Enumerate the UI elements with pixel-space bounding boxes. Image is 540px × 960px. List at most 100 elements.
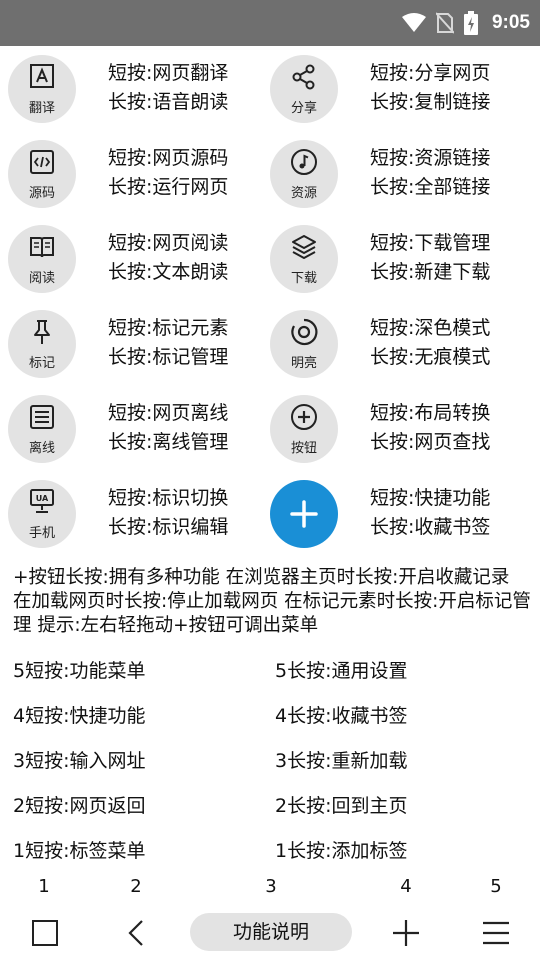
gesture-long-5: 5长按:通用设置: [275, 660, 408, 682]
long-press-text: 长按:标识编辑: [108, 516, 229, 538]
source-code-label: 源码: [28, 186, 55, 201]
short-press-text: 短按:快捷功能: [370, 487, 491, 509]
plus-button-note: +按钮长按:拥有多种功能 在浏览器主页时长按:开启收藏记录 在加载网页时长按:停…: [13, 567, 531, 636]
short-press-text: 短按:资源链接: [370, 147, 491, 169]
function-help-button[interactable]: 功能说明: [190, 913, 352, 951]
long-press-text: 长按:网页查找: [370, 431, 491, 453]
plus-circle-icon: [291, 404, 317, 430]
offline-page-icon: [30, 405, 54, 429]
short-press-text: 短按:网页翻译: [108, 62, 229, 84]
grid-row: 离线 短按:网页离线 长按:离线管理 按钮 短按:布局转换 长按:网页查找: [0, 392, 540, 477]
status-bar: 9:05: [0, 0, 540, 46]
short-press-text: 短按:标识切换: [108, 487, 229, 509]
user-agent-desc: 短按:标识切换 长按:标识编辑: [108, 484, 228, 542]
reader-button[interactable]: 阅读: [8, 225, 76, 293]
reader-desc: 短按:网页阅读 长按:文本朗读: [108, 229, 228, 287]
tabs-icon[interactable]: [30, 918, 60, 948]
long-press-text: 长按:语音朗读: [108, 91, 229, 113]
share-label: 分享: [290, 101, 317, 116]
no-sim-icon: [435, 12, 454, 34]
short-press-text: 短按:分享网页: [370, 62, 491, 84]
button-number-4: 4: [400, 876, 412, 897]
offline-label: 离线: [28, 441, 55, 456]
long-press-text: 长按:复制链接: [370, 91, 491, 113]
grid-row: UA 手机 短按:标识切换 长按:标识编辑 短按:快捷功能 长按:收藏书签: [0, 477, 540, 562]
button-number-5: 5: [490, 876, 502, 897]
button-layout-button[interactable]: 按钮: [270, 395, 338, 463]
plus-icon: [290, 500, 318, 528]
resources-button[interactable]: 资源: [270, 140, 338, 208]
brightness-button[interactable]: 明亮: [270, 310, 338, 378]
long-press-text: 长按:标记管理: [108, 346, 229, 368]
grid-row: 阅读 短按:网页阅读 长按:文本朗读 下载 短按:下载管理 长按:新建下载: [0, 222, 540, 307]
download-button[interactable]: 下载: [270, 225, 338, 293]
long-press-text: 长按:收藏书签: [370, 516, 491, 538]
resources-label: 资源: [290, 186, 317, 201]
quick-function-desc: 短按:快捷功能 长按:收藏书签: [370, 484, 490, 542]
book-icon: [30, 237, 54, 258]
download-label: 下载: [290, 271, 317, 286]
download-desc: 短按:下载管理 长按:新建下载: [370, 229, 490, 287]
share-button[interactable]: 分享: [270, 55, 338, 123]
offline-button[interactable]: 离线: [8, 395, 76, 463]
grid-row: 标记 短按:标记元素 长按:标记管理 明亮 短按:深色模式 长按:无痕模式: [0, 307, 540, 392]
long-press-text: 长按:无痕模式: [370, 346, 491, 368]
svg-text:UA: UA: [36, 494, 49, 503]
gesture-short-5: 5短按:功能菜单: [13, 660, 146, 682]
battery-charging-icon: [463, 11, 478, 35]
translate-icon: [30, 64, 54, 88]
button-number-1: 1: [38, 876, 50, 897]
function-grid: 翻译 短按:网页翻译 长按:语音朗读 分享 短按:分享网页 长按:复制链接 源码: [0, 52, 540, 562]
wifi-icon: [401, 13, 426, 32]
gesture-short-4: 4短按:快捷功能: [13, 705, 146, 727]
short-press-text: 短按:网页源码: [108, 147, 229, 169]
user-agent-button[interactable]: UA 手机: [8, 480, 76, 548]
button-number-row: 1 2 3 4 5: [0, 876, 540, 904]
offline-desc: 短按:网页离线 长按:离线管理: [108, 399, 228, 457]
translate-button[interactable]: 翻译: [8, 55, 76, 123]
gesture-short-1: 1短按:标签菜单: [13, 840, 146, 862]
gesture-long-2: 2长按:回到主页: [275, 795, 408, 817]
status-time: 9:05: [491, 12, 530, 33]
source-code-button[interactable]: 源码: [8, 140, 76, 208]
button-number-2: 2: [130, 876, 142, 897]
brightness-label: 明亮: [290, 356, 317, 371]
mark-button[interactable]: 标记: [8, 310, 76, 378]
short-press-text: 短按:网页阅读: [108, 232, 229, 254]
button-layout-label: 按钮: [290, 441, 317, 456]
gesture-long-4: 4长按:收藏书签: [275, 705, 408, 727]
translate-label: 翻译: [28, 101, 55, 116]
gesture-long-1: 1长按:添加标签: [275, 840, 408, 862]
resources-desc: 短按:资源链接 长按:全部链接: [370, 144, 490, 202]
reader-label: 阅读: [28, 271, 55, 286]
source-code-desc: 短按:网页源码 长按:运行网页: [108, 144, 228, 202]
gesture-long-3: 3长按:重新加载: [275, 750, 408, 772]
button-number-3: 3: [265, 876, 277, 897]
grid-row: 源码 短按:网页源码 长按:运行网页 资源 短按:资源链接 长按:全部链接: [0, 137, 540, 222]
status-icons: 9:05: [401, 0, 530, 46]
gesture-short-3: 3短按:输入网址: [13, 750, 146, 772]
quick-function-button[interactable]: [270, 480, 338, 548]
music-note-icon: [291, 149, 317, 175]
short-press-text: 短按:布局转换: [370, 402, 491, 424]
translate-desc: 短按:网页翻译 长按:语音朗读: [108, 59, 228, 117]
button-layout-desc: 短按:布局转换 长按:网页查找: [370, 399, 490, 457]
long-press-text: 长按:离线管理: [108, 431, 229, 453]
brightness-icon: [291, 318, 318, 346]
grid-row: 翻译 短按:网页翻译 长按:语音朗读 分享 短按:分享网页 长按:复制链接: [0, 52, 540, 137]
user-agent-icon: UA: [30, 489, 54, 513]
long-press-text: 长按:新建下载: [370, 261, 491, 283]
short-press-text: 短按:标记元素: [108, 317, 229, 339]
share-icon: [292, 64, 315, 90]
bottom-toolbar: 功能说明: [0, 908, 540, 956]
mark-desc: 短按:标记元素 长按:标记管理: [108, 314, 228, 372]
short-press-text: 短按:下载管理: [370, 232, 491, 254]
menu-icon[interactable]: [481, 918, 511, 948]
add-icon[interactable]: [391, 918, 421, 948]
back-icon[interactable]: [122, 918, 152, 948]
share-desc: 短按:分享网页 长按:复制链接: [370, 59, 490, 117]
short-press-text: 短按:网页离线: [108, 402, 229, 424]
user-agent-label: 手机: [28, 526, 55, 541]
long-press-text: 长按:全部链接: [370, 176, 491, 198]
pin-icon: [34, 320, 50, 344]
